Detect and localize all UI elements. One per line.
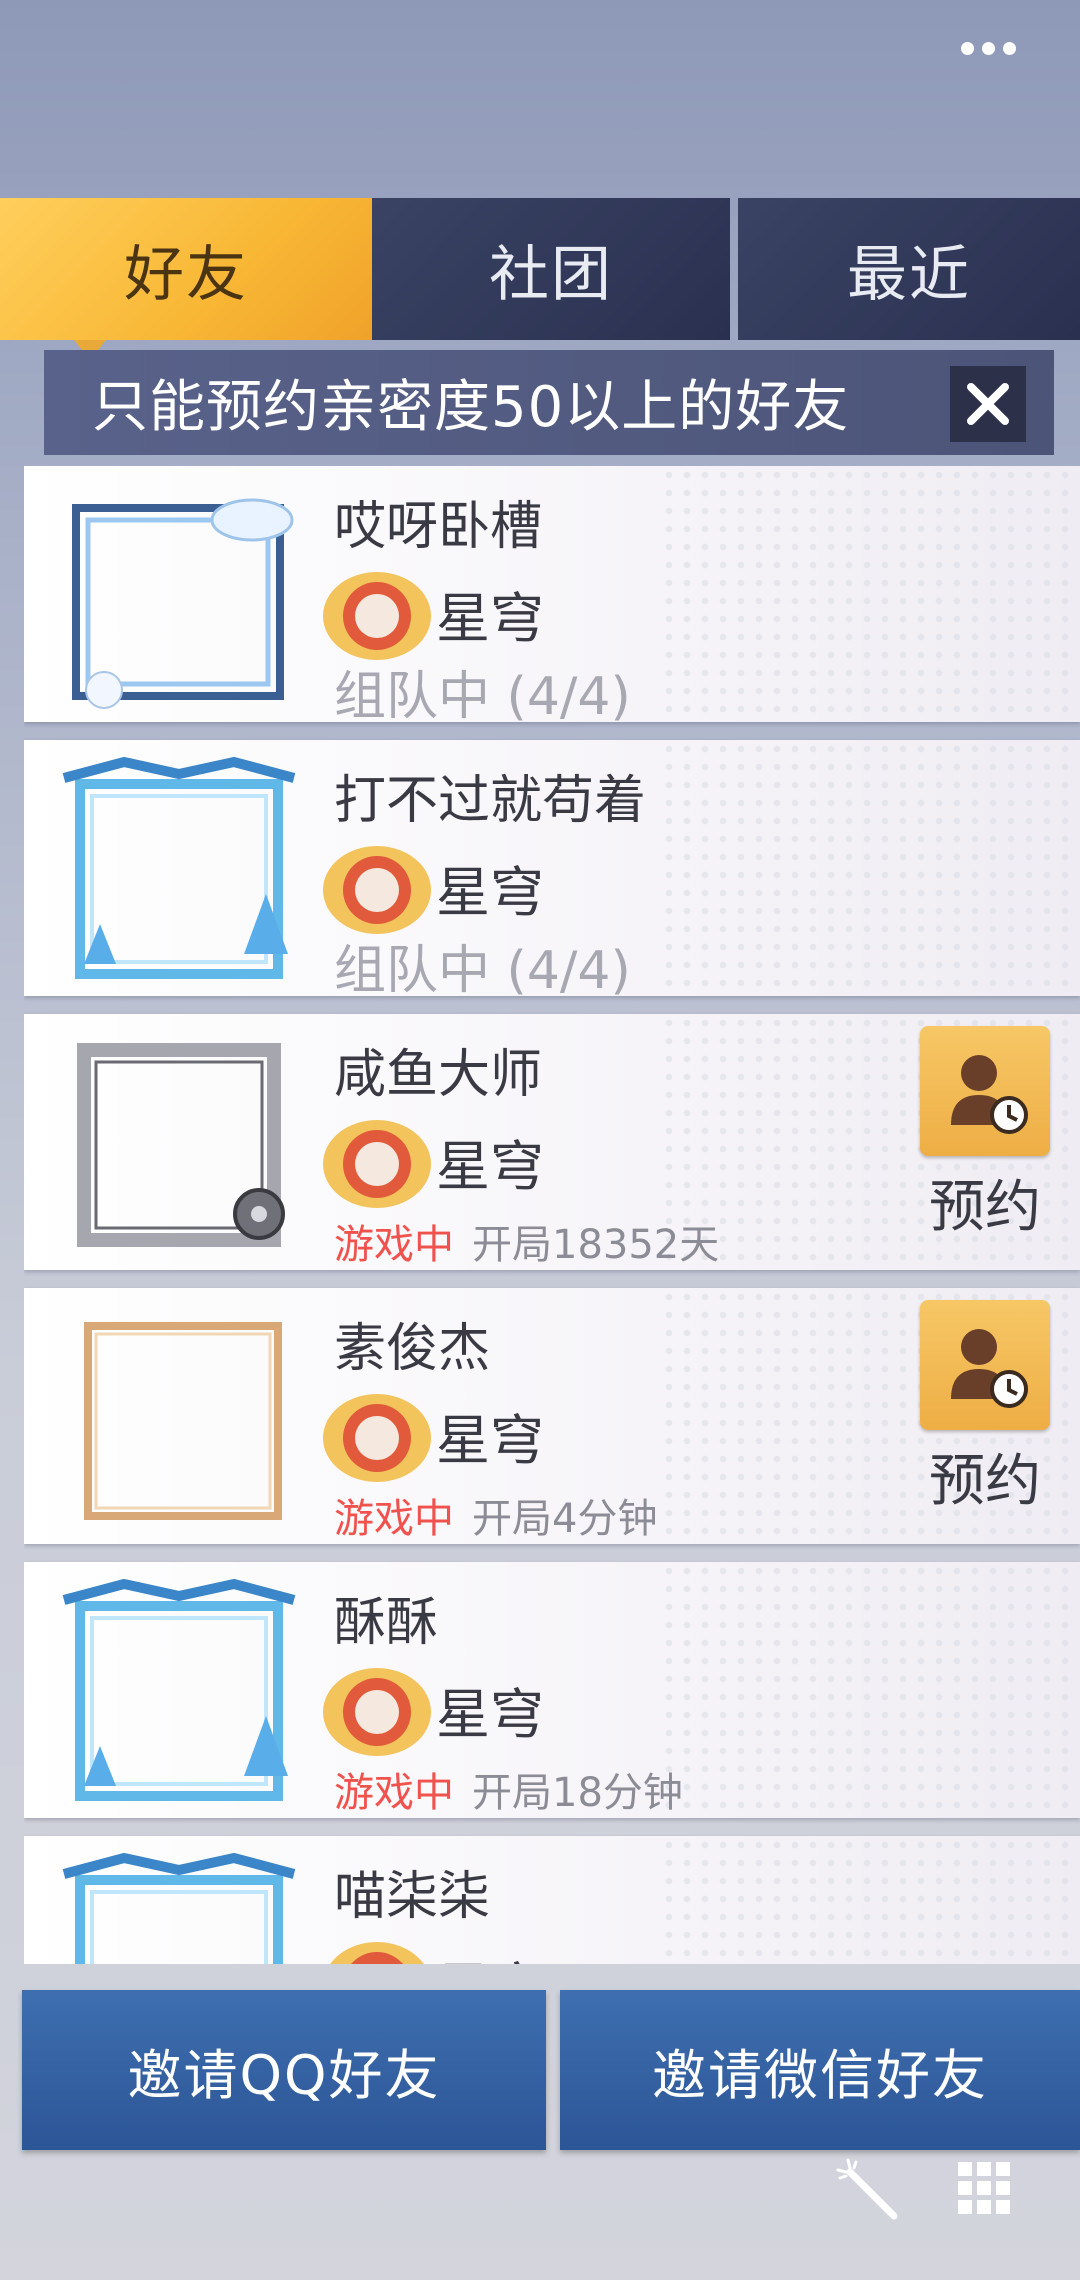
ice-frame-icon — [62, 756, 296, 979]
tab-friends[interactable]: 好友 — [0, 198, 372, 360]
cloud-frame-icon — [72, 498, 294, 709]
rank-badge-icon — [330, 1942, 424, 1964]
friend-name: 喵柒柒 — [334, 1867, 491, 1927]
rank-badge-icon — [323, 1394, 431, 1482]
friend-status: 组队中 (4/4) — [334, 667, 631, 727]
rank-name: 星穹 — [436, 1683, 544, 1746]
friend-name: 酥酥 — [334, 1593, 439, 1653]
reserve-label[interactable]: 预约 — [920, 1436, 1050, 1517]
silver-frame-icon — [77, 1043, 285, 1247]
close-icon[interactable] — [950, 366, 1026, 442]
rank-badge-icon — [323, 572, 431, 660]
friend-card[interactable]: 酥酥 星穹 游戏中 开局18分钟 — [24, 1562, 1080, 1818]
friend-status: 游戏中 开局18352天 — [334, 1212, 719, 1270]
friend-card[interactable]: 哎呀卧槽 星穹 组队中 (4/4) — [24, 466, 1080, 727]
friend-list[interactable]: 哎呀卧槽 星穹 组队中 (4/4) 打不过就苟着 星穹 组队中 (4/4) 咸鱼… — [24, 466, 1080, 1964]
friend-card[interactable]: 喵柒柒 星穹 — [24, 1836, 1080, 1964]
friend-card[interactable]: 打不过就苟着 星穹 组队中 (4/4) — [24, 740, 1080, 1001]
rank-badge-icon — [323, 1120, 431, 1208]
tab-bar: 好友 社团 最近 — [0, 198, 1080, 360]
gold-frame-icon — [84, 1322, 282, 1520]
tab-club[interactable]: 社团 — [372, 198, 730, 340]
invite-wechat-button[interactable]: 邀请微信好友 — [560, 1990, 1080, 2150]
invite-qq-button[interactable]: 邀请QQ好友 — [22, 1990, 546, 2150]
rank-name: 星穹 — [436, 1409, 544, 1472]
friend-name: 打不过就苟着 — [334, 771, 647, 831]
playing-status: 游戏中 — [334, 1770, 454, 1816]
reserve-button[interactable] — [920, 1026, 1050, 1156]
rank-name: 星穹 — [436, 587, 544, 650]
friend-status: 游戏中 开局4分钟 — [334, 1486, 657, 1544]
game-duration: 开局4分钟 — [472, 1496, 658, 1542]
grid-menu-icon[interactable] — [956, 2160, 1012, 2216]
friend-card[interactable]: 素俊杰 星穹 游戏中 开局4分钟 预约 — [24, 1288, 1080, 1544]
ice-frame-icon — [62, 1578, 296, 1801]
rank-name: 星穹 — [436, 861, 544, 924]
more-dots-icon — [961, 42, 974, 55]
ice-frame-icon — [62, 1852, 296, 1964]
playing-status: 游戏中 — [334, 1222, 454, 1268]
friend-status: 组队中 (4/4) — [334, 941, 631, 1001]
intimacy-notice: 只能预约亲密度50以上的好友 — [44, 350, 1054, 455]
reserve-person-clock-icon — [951, 1329, 1028, 1408]
game-duration: 开局18352天 — [472, 1222, 720, 1268]
tab-recent[interactable]: 最近 — [738, 198, 1080, 340]
game-duration: 开局18分钟 — [472, 1770, 683, 1816]
magic-wand-icon[interactable] — [836, 2158, 902, 2224]
rank-badge-icon — [323, 1668, 431, 1756]
friend-card[interactable]: 咸鱼大师 星穹 游戏中 开局18352天 预约 — [24, 1014, 1080, 1270]
friend-name: 素俊杰 — [334, 1319, 491, 1379]
playing-status: 游戏中 — [334, 1496, 454, 1542]
friend-name: 哎呀卧槽 — [334, 497, 543, 557]
friend-status: 游戏中 开局18分钟 — [334, 1760, 683, 1818]
reserve-button[interactable] — [920, 1300, 1050, 1430]
friend-name: 咸鱼大师 — [334, 1045, 543, 1105]
rank-badge-icon — [323, 846, 431, 934]
notice-text: 只能预约亲密度50以上的好友 — [92, 375, 850, 440]
reserve-person-clock-icon — [951, 1055, 1028, 1134]
more-menu-button[interactable] — [961, 42, 1016, 55]
rank-name: 星穹 — [436, 1944, 544, 1964]
reserve-label[interactable]: 预约 — [920, 1162, 1050, 1243]
rank-name: 星穹 — [436, 1135, 544, 1198]
